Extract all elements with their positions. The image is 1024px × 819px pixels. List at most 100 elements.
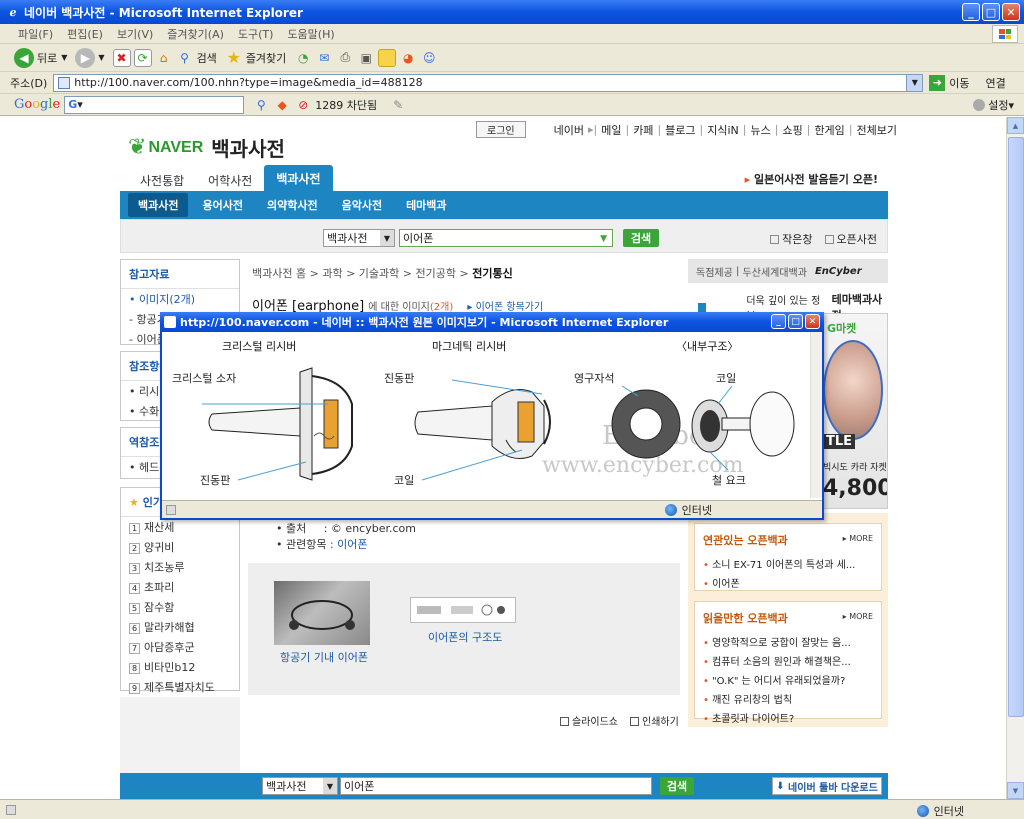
- nav-blog[interactable]: 블로그: [665, 122, 695, 138]
- popular-item[interactable]: 3 치조농루: [121, 557, 239, 577]
- slideshow-button[interactable]: 슬라이드쇼: [560, 713, 618, 728]
- more-link[interactable]: ▸ MORE: [843, 612, 873, 621]
- popular-item[interactable]: 6 말라카해협: [121, 617, 239, 637]
- open-item[interactable]: 소니 EX-71 이어폰의 특성과 세...: [695, 554, 881, 573]
- favorites-button[interactable]: ★ 즐겨찾기: [225, 48, 287, 67]
- search-input[interactable]: 이어폰 ▼: [399, 229, 613, 247]
- nav-cafe[interactable]: 카페: [633, 122, 653, 138]
- popup-maximize-button[interactable]: □: [788, 314, 803, 329]
- go-button[interactable]: 이동: [949, 75, 969, 91]
- page-scrollbar[interactable]: ▲ ▼: [1006, 117, 1024, 799]
- provider-name[interactable]: 두산세계대백과: [743, 264, 807, 279]
- minimize-button[interactable]: _: [962, 3, 980, 21]
- popup-minimize-button[interactable]: _: [771, 314, 786, 329]
- crumb[interactable]: 백과사전 홈: [252, 267, 306, 280]
- open-item[interactable]: 이어폰: [695, 573, 881, 592]
- popular-item[interactable]: 9 제주특별자치도: [121, 677, 239, 697]
- scroll-down-icon[interactable]: ▼: [1007, 782, 1024, 799]
- search-button[interactable]: ⚲ 검색: [176, 49, 217, 67]
- subtab-theme[interactable]: 테마백과: [396, 193, 456, 217]
- nav-naver[interactable]: 네이버: [554, 122, 584, 138]
- open-item[interactable]: "O.K" 는 어디서 유래되었을까?: [695, 670, 881, 689]
- popular-item[interactable]: 5 잠수함: [121, 597, 239, 617]
- bottom-search-input[interactable]: 이어폰: [340, 777, 652, 795]
- popular-item[interactable]: 4 초파리: [121, 577, 239, 597]
- open-item[interactable]: 초콜릿과 다이어트?: [695, 708, 881, 727]
- menu-favorites[interactable]: 즐겨찾기(A): [167, 26, 224, 42]
- nav-news[interactable]: 뉴스: [751, 122, 771, 138]
- links-button[interactable]: 연결: [986, 75, 1006, 91]
- more-link[interactable]: ▸ MORE: [843, 534, 873, 543]
- menu-edit[interactable]: 편집(E): [67, 26, 103, 42]
- address-dropdown[interactable]: ▼: [906, 74, 923, 91]
- subtab-music[interactable]: 음악사전: [332, 193, 392, 217]
- bottom-search-button[interactable]: 검색: [660, 777, 694, 795]
- messenger-icon[interactable]: ◕: [399, 49, 417, 67]
- open-item[interactable]: 컴퓨터 소음의 원인과 해결책은...: [695, 651, 881, 670]
- crumb[interactable]: 기술과학: [359, 267, 399, 280]
- open-item[interactable]: 영양학적으로 궁합이 잘맞는 음...: [695, 632, 881, 651]
- gmarket-ad[interactable]: G마켓 TLE 빅시도 카라 자켓 4,800: [820, 313, 888, 509]
- history-icon[interactable]: ◔: [294, 49, 312, 67]
- refresh-icon[interactable]: ⟳: [133, 48, 152, 67]
- google-search-icon[interactable]: ⚲: [252, 96, 270, 114]
- edit-icon[interactable]: ▣: [357, 49, 375, 67]
- home-icon[interactable]: ⌂: [155, 49, 173, 67]
- open-item[interactable]: 깨진 유리창의 법칙: [695, 689, 881, 708]
- popular-item[interactable]: 2 양귀비: [121, 537, 239, 557]
- print-button[interactable]: 인쇄하기: [630, 713, 679, 728]
- search-category-select[interactable]: 백과사전 ▼: [323, 229, 395, 247]
- notes-icon[interactable]: [378, 48, 397, 67]
- toolbar-download-button[interactable]: ⬇ 네이버 툴바 다운로드: [772, 777, 882, 795]
- forward-button[interactable]: ▶ ▼: [75, 47, 105, 68]
- menu-help[interactable]: 도움말(H): [287, 26, 334, 42]
- crumb-current[interactable]: 전기통신: [472, 267, 512, 280]
- naver-logo[interactable]: ❦ NAVER 백과사전: [128, 133, 285, 162]
- popup-scrollbar[interactable]: [810, 332, 822, 498]
- scroll-thumb[interactable]: [1008, 137, 1024, 717]
- crumb[interactable]: 과학: [322, 267, 342, 280]
- ref-item[interactable]: • 이미지(2개): [121, 289, 239, 309]
- maximize-button[interactable]: □: [982, 3, 1000, 21]
- subtab-terms[interactable]: 용어사전: [192, 193, 252, 217]
- people-icon[interactable]: ☺: [420, 49, 438, 67]
- search-button[interactable]: 검색: [623, 229, 659, 247]
- thumbnail-caption[interactable]: 항공기 기내 이어폰: [280, 649, 368, 665]
- menu-tools[interactable]: 도구(T): [238, 26, 274, 42]
- small-window-option[interactable]: 작은창: [770, 231, 813, 247]
- close-button[interactable]: ✕: [1002, 3, 1020, 21]
- google-search-input[interactable]: G ▾: [64, 95, 245, 114]
- pagerank-icon[interactable]: ◆: [273, 96, 291, 114]
- scroll-up-icon[interactable]: ▲: [1007, 117, 1024, 134]
- popular-item[interactable]: 8 비타민b12: [121, 657, 239, 677]
- promo-link[interactable]: ▸ 일본어사전 발음듣기 오픈!: [745, 171, 878, 187]
- tab-encyclopedia[interactable]: 백과사전: [264, 165, 333, 191]
- menu-view[interactable]: 보기(V): [117, 26, 153, 42]
- address-input[interactable]: http://100.naver.com/100.nhn?type=image&…: [53, 73, 924, 92]
- back-button[interactable]: ◀ 뒤로 ▼: [14, 47, 67, 68]
- thumbnail-airplane-earphone[interactable]: [274, 581, 370, 645]
- subtab-medical[interactable]: 의약학사전: [257, 193, 328, 217]
- go-arrow-icon[interactable]: ➜: [929, 74, 946, 91]
- nav-kin[interactable]: 지식iN: [707, 122, 739, 138]
- open-dict-option[interactable]: 오픈사전: [824, 231, 877, 247]
- tab-language[interactable]: 어학사전: [196, 169, 264, 191]
- popular-item[interactable]: 1 재산세: [121, 517, 239, 537]
- thumbnail-structure[interactable]: [410, 597, 516, 623]
- popup-close-button[interactable]: ✕: [805, 314, 820, 329]
- subtab-encyclopedia[interactable]: 백과사전: [128, 193, 189, 217]
- nav-all[interactable]: 전체보기: [857, 122, 897, 138]
- stop-icon[interactable]: ✖: [112, 48, 131, 67]
- nav-shopping[interactable]: 쇼핑: [782, 122, 802, 138]
- bottom-category-select[interactable]: 백과사전 ▼: [262, 777, 338, 795]
- clip-icon[interactable]: ✎: [389, 96, 407, 114]
- nav-mail[interactable]: 메일: [601, 122, 621, 138]
- related-value[interactable]: : 이어폰: [330, 538, 368, 551]
- login-button[interactable]: 로그인: [476, 121, 526, 138]
- autocomplete-arrow-icon[interactable]: ▼: [600, 234, 607, 244]
- blocked-count[interactable]: 1289 차단됨: [315, 97, 377, 113]
- tab-dict-all[interactable]: 사전통합: [128, 169, 196, 191]
- crumb[interactable]: 전기공학: [416, 267, 456, 280]
- mail-icon[interactable]: ✉: [315, 49, 333, 67]
- popular-item[interactable]: 7 아담증후군: [121, 637, 239, 657]
